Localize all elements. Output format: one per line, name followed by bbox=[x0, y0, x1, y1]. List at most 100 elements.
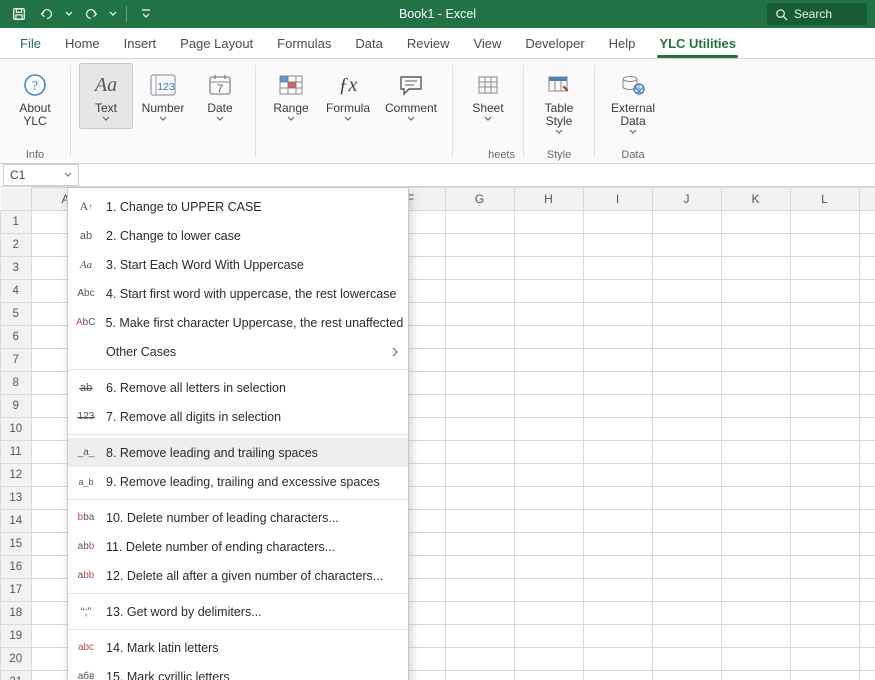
tab-formulas[interactable]: Formulas bbox=[265, 30, 343, 58]
cell[interactable] bbox=[583, 648, 652, 671]
cell[interactable] bbox=[721, 418, 790, 441]
cell[interactable] bbox=[583, 211, 652, 234]
cell[interactable] bbox=[721, 349, 790, 372]
tab-file[interactable]: File bbox=[8, 30, 53, 58]
cell[interactable] bbox=[652, 234, 721, 257]
cell[interactable] bbox=[445, 349, 514, 372]
cell[interactable] bbox=[514, 418, 583, 441]
cell[interactable] bbox=[583, 579, 652, 602]
cell[interactable] bbox=[859, 579, 875, 602]
row-header[interactable]: 11 bbox=[1, 441, 32, 464]
cell[interactable] bbox=[652, 303, 721, 326]
cell[interactable] bbox=[859, 464, 875, 487]
cell[interactable] bbox=[721, 211, 790, 234]
table-style-button[interactable]: Table Style bbox=[532, 63, 586, 136]
cell[interactable] bbox=[583, 234, 652, 257]
cell[interactable] bbox=[583, 533, 652, 556]
worksheet[interactable]: ABCDEFGHIJKLM 12345678910111213141516171… bbox=[0, 187, 875, 680]
search-input[interactable]: Search bbox=[767, 3, 867, 25]
row-header[interactable]: 8 bbox=[1, 372, 32, 395]
cell[interactable] bbox=[859, 303, 875, 326]
menu-trim-excessive[interactable]: a_b9. Remove leading, trailing and exces… bbox=[68, 467, 408, 496]
menu-lower-case[interactable]: ab2. Change to lower case bbox=[68, 221, 408, 250]
cell[interactable] bbox=[445, 441, 514, 464]
cell[interactable] bbox=[652, 326, 721, 349]
cell[interactable] bbox=[790, 395, 859, 418]
tab-view[interactable]: View bbox=[461, 30, 513, 58]
cell[interactable] bbox=[859, 280, 875, 303]
text-button[interactable]: Aa Text bbox=[79, 63, 133, 129]
menu-mark-latin[interactable]: abc14. Mark latin letters bbox=[68, 633, 408, 662]
cell[interactable] bbox=[859, 326, 875, 349]
cell[interactable] bbox=[514, 372, 583, 395]
cell[interactable] bbox=[721, 671, 790, 680]
cell[interactable] bbox=[652, 418, 721, 441]
cell[interactable] bbox=[721, 326, 790, 349]
row-header[interactable]: 4 bbox=[1, 280, 32, 303]
customize-qat-button[interactable] bbox=[135, 3, 157, 25]
tab-developer[interactable]: Developer bbox=[513, 30, 596, 58]
cell[interactable] bbox=[514, 648, 583, 671]
cell[interactable] bbox=[514, 464, 583, 487]
cell[interactable] bbox=[583, 349, 652, 372]
cell[interactable] bbox=[721, 648, 790, 671]
column-header[interactable]: G bbox=[445, 188, 514, 211]
row-header[interactable]: 17 bbox=[1, 579, 32, 602]
menu-upper-case[interactable]: A↑1. Change to UPPER CASE bbox=[68, 192, 408, 221]
cell[interactable] bbox=[859, 418, 875, 441]
cell[interactable] bbox=[790, 418, 859, 441]
column-header[interactable]: H bbox=[514, 188, 583, 211]
number-button[interactable]: 123 Number bbox=[133, 63, 193, 129]
cell[interactable] bbox=[790, 441, 859, 464]
cell[interactable] bbox=[859, 487, 875, 510]
menu-delete-after[interactable]: abb12. Delete all after a given number o… bbox=[68, 561, 408, 590]
cell[interactable] bbox=[790, 349, 859, 372]
cell[interactable] bbox=[514, 257, 583, 280]
cell[interactable] bbox=[514, 579, 583, 602]
cell[interactable] bbox=[514, 211, 583, 234]
menu-first-upper[interactable]: AbC5. Make first character Uppercase, th… bbox=[68, 308, 408, 337]
cell[interactable] bbox=[445, 648, 514, 671]
cell[interactable] bbox=[583, 464, 652, 487]
cell[interactable] bbox=[721, 441, 790, 464]
cell[interactable] bbox=[790, 234, 859, 257]
cell[interactable] bbox=[445, 326, 514, 349]
cell[interactable] bbox=[859, 533, 875, 556]
cell[interactable] bbox=[859, 395, 875, 418]
cell[interactable] bbox=[859, 602, 875, 625]
cell[interactable] bbox=[445, 257, 514, 280]
cell[interactable] bbox=[721, 257, 790, 280]
column-header[interactable]: I bbox=[583, 188, 652, 211]
cell[interactable] bbox=[652, 487, 721, 510]
cell[interactable] bbox=[790, 556, 859, 579]
cell[interactable] bbox=[790, 257, 859, 280]
cell[interactable] bbox=[583, 372, 652, 395]
row-header[interactable]: 18 bbox=[1, 602, 32, 625]
cell[interactable] bbox=[652, 395, 721, 418]
cell[interactable] bbox=[721, 234, 790, 257]
row-header[interactable]: 20 bbox=[1, 648, 32, 671]
cell[interactable] bbox=[652, 648, 721, 671]
menu-trim-spaces[interactable]: _a_8. Remove leading and trailing spaces bbox=[68, 438, 408, 467]
cell[interactable] bbox=[514, 556, 583, 579]
cell[interactable] bbox=[514, 671, 583, 680]
cell[interactable] bbox=[859, 648, 875, 671]
cell[interactable] bbox=[790, 464, 859, 487]
cell[interactable] bbox=[721, 625, 790, 648]
cell[interactable] bbox=[790, 280, 859, 303]
cell[interactable] bbox=[583, 556, 652, 579]
cell[interactable] bbox=[790, 303, 859, 326]
cell[interactable] bbox=[514, 510, 583, 533]
cell[interactable] bbox=[445, 418, 514, 441]
cell[interactable] bbox=[514, 234, 583, 257]
tab-home[interactable]: Home bbox=[53, 30, 112, 58]
undo-button[interactable] bbox=[36, 3, 58, 25]
cell[interactable] bbox=[721, 372, 790, 395]
menu-delete-leading[interactable]: bba10. Delete number of leading characte… bbox=[68, 503, 408, 532]
row-header[interactable]: 9 bbox=[1, 395, 32, 418]
cell[interactable] bbox=[859, 441, 875, 464]
sheet-button[interactable]: Sheet bbox=[461, 63, 515, 129]
cell[interactable] bbox=[790, 372, 859, 395]
cell[interactable] bbox=[790, 326, 859, 349]
cell[interactable] bbox=[652, 625, 721, 648]
